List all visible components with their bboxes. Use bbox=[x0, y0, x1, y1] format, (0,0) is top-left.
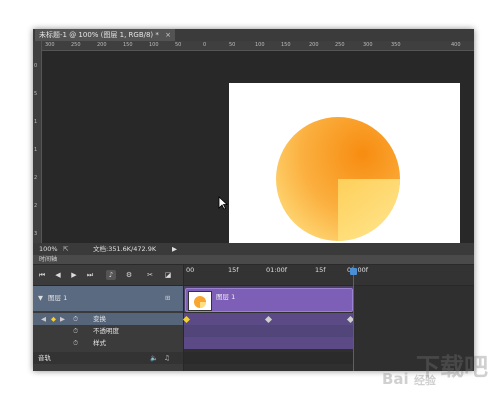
document-tab[interactable]: 未标题-1 @ 100% (图层 1, RGB/8) * × bbox=[35, 29, 175, 41]
close-icon[interactable]: × bbox=[165, 31, 171, 39]
ruler-tick: 1 bbox=[34, 119, 38, 125]
prev-keyframe-icon[interactable]: ◀ bbox=[41, 313, 46, 325]
settings-gear-icon[interactable]: ⚙ bbox=[124, 270, 134, 280]
keyframe-icon[interactable]: ◆ bbox=[51, 313, 56, 325]
stopwatch-icon[interactable]: ⏱ bbox=[73, 313, 78, 325]
ruler-tick: 350 bbox=[391, 42, 401, 48]
ruler-tick: 400 bbox=[451, 42, 461, 48]
status-menu-arrow[interactable]: ▶ bbox=[172, 243, 177, 255]
document-tab-title: 未标题-1 @ 100% (图层 1, RGB/8) * bbox=[39, 31, 159, 39]
ruler-tick: 250 bbox=[71, 42, 81, 48]
style-track[interactable] bbox=[184, 337, 354, 349]
keyframe-icon[interactable] bbox=[182, 315, 191, 323]
stopwatch-icon[interactable]: ⏱ bbox=[73, 337, 78, 349]
timeline-panel-header: 时间轴 bbox=[33, 255, 474, 265]
workspace[interactable] bbox=[42, 51, 474, 255]
transform-track[interactable] bbox=[182, 313, 355, 325]
playhead[interactable] bbox=[350, 265, 357, 371]
ruler-tick: 100 bbox=[255, 42, 265, 48]
photoshop-window: 未标题-1 @ 100% (图层 1, RGB/8) * × 300 250 2… bbox=[33, 29, 474, 371]
clip-thumbnail bbox=[188, 291, 212, 311]
audio-track-label: 音轨 bbox=[38, 354, 51, 362]
ruler-tick: 100 bbox=[149, 42, 159, 48]
ruler-tick: 50 bbox=[229, 42, 236, 48]
layer-clip[interactable]: 图层 1 bbox=[185, 288, 353, 312]
play-icon[interactable]: ▶ bbox=[69, 270, 79, 280]
light-quadrant bbox=[338, 179, 400, 241]
horizontal-ruler: 300 250 200 150 100 50 0 50 100 150 200 … bbox=[41, 41, 474, 51]
vertical-ruler: 0 5 1 1 2 2 3 bbox=[33, 41, 42, 251]
export-icon[interactable]: ⇱ bbox=[63, 243, 68, 255]
mouse-cursor-icon bbox=[218, 196, 228, 210]
keyframe-icon[interactable] bbox=[264, 315, 273, 323]
timeline-ruler[interactable]: 00 15f 01:00f 15f 02:00f bbox=[184, 265, 474, 285]
ruler-tick: 300 bbox=[45, 42, 55, 48]
first-frame-icon[interactable]: ⏮ bbox=[37, 270, 47, 280]
artwork bbox=[276, 117, 400, 241]
playhead-handle[interactable] bbox=[350, 268, 357, 275]
time-marker: 15f bbox=[228, 266, 239, 274]
status-bar: 100% ⇱ 文档:351.6K/472.9K ▶ bbox=[33, 243, 474, 255]
speaker-icon[interactable]: 🔈 bbox=[150, 352, 158, 364]
expand-arrow-icon[interactable]: ▼ bbox=[38, 286, 43, 311]
ruler-tick: 150 bbox=[123, 42, 133, 48]
ruler-tick: 200 bbox=[97, 42, 107, 48]
timeline-layer-row[interactable]: ▼ 图层 1 ⊞ bbox=[33, 286, 183, 311]
property-label: 变换 bbox=[93, 315, 106, 323]
ruler-tick: 0 bbox=[34, 63, 38, 69]
timeline-controls: ⏮ ◀ ▶ ⏭ ♪ ⚙ ✂ ◪ bbox=[33, 265, 183, 285]
panel-title[interactable]: 时间轴 bbox=[39, 255, 57, 264]
ruler-tick: 2 bbox=[34, 203, 38, 209]
ruler-tick: 50 bbox=[175, 42, 182, 48]
ruler-tick: 3 bbox=[34, 231, 38, 237]
document-tab-bar: 未标题-1 @ 100% (图层 1, RGB/8) * × bbox=[33, 29, 474, 41]
ruler-tick: 300 bbox=[363, 42, 373, 48]
watermark-text: 经验 bbox=[413, 374, 436, 387]
document-canvas[interactable] bbox=[229, 83, 460, 255]
stopwatch-icon[interactable]: ⏱ bbox=[73, 325, 78, 337]
property-row-transform[interactable]: ◀ ◆ ▶ ⏱ 变换 bbox=[33, 313, 183, 325]
time-marker: 15f bbox=[315, 266, 326, 274]
zoom-level[interactable]: 100% bbox=[39, 243, 58, 255]
layer-name: 图层 1 bbox=[48, 294, 68, 302]
next-keyframe-icon[interactable]: ▶ bbox=[60, 313, 65, 325]
transition-icon[interactable]: ◪ bbox=[163, 270, 173, 280]
property-row-opacity[interactable]: ⏱ 不透明度 bbox=[33, 325, 183, 337]
layer-track: 图层 1 bbox=[184, 286, 354, 312]
ruler-tick: 0 bbox=[203, 42, 207, 48]
ruler-tick: 150 bbox=[281, 42, 291, 48]
property-row-style[interactable]: ⏱ 样式 bbox=[33, 337, 183, 349]
watermark-text: Bai bbox=[382, 370, 409, 388]
music-note-icon[interactable]: ♫ bbox=[164, 352, 170, 364]
property-label: 样式 bbox=[93, 339, 106, 347]
opacity-track[interactable] bbox=[184, 325, 354, 337]
audio-track[interactable] bbox=[184, 352, 354, 364]
ruler-tick: 5 bbox=[34, 91, 38, 97]
time-marker: 00 bbox=[186, 266, 195, 274]
clip-label: 图层 1 bbox=[216, 293, 236, 301]
ruler-tick: 200 bbox=[309, 42, 319, 48]
ruler-tick: 2 bbox=[34, 175, 38, 181]
time-marker: 01:00f bbox=[266, 266, 288, 274]
layer-options-icon[interactable]: ⊞ bbox=[165, 286, 170, 311]
watermark-baidu: Bai 经验 bbox=[382, 370, 436, 388]
ruler-tick: 250 bbox=[335, 42, 345, 48]
audio-icon[interactable]: ♪ bbox=[106, 270, 116, 280]
timeline-layer-list: ▼ 图层 1 ⊞ ◀ ◆ ▶ ⏱ 变换 ⏱ 不透明度 ⏱ 样式 音轨 🔈 ♫ bbox=[33, 286, 183, 371]
document-size: 文档:351.6K/472.9K bbox=[93, 245, 157, 253]
prev-frame-icon[interactable]: ◀ bbox=[53, 270, 63, 280]
next-frame-icon[interactable]: ⏭ bbox=[85, 270, 95, 280]
property-label: 不透明度 bbox=[93, 327, 119, 335]
audio-track-row[interactable]: 音轨 🔈 ♫ bbox=[33, 352, 183, 364]
split-scissors-icon[interactable]: ✂ bbox=[145, 270, 155, 280]
ruler-tick: 1 bbox=[34, 147, 38, 153]
